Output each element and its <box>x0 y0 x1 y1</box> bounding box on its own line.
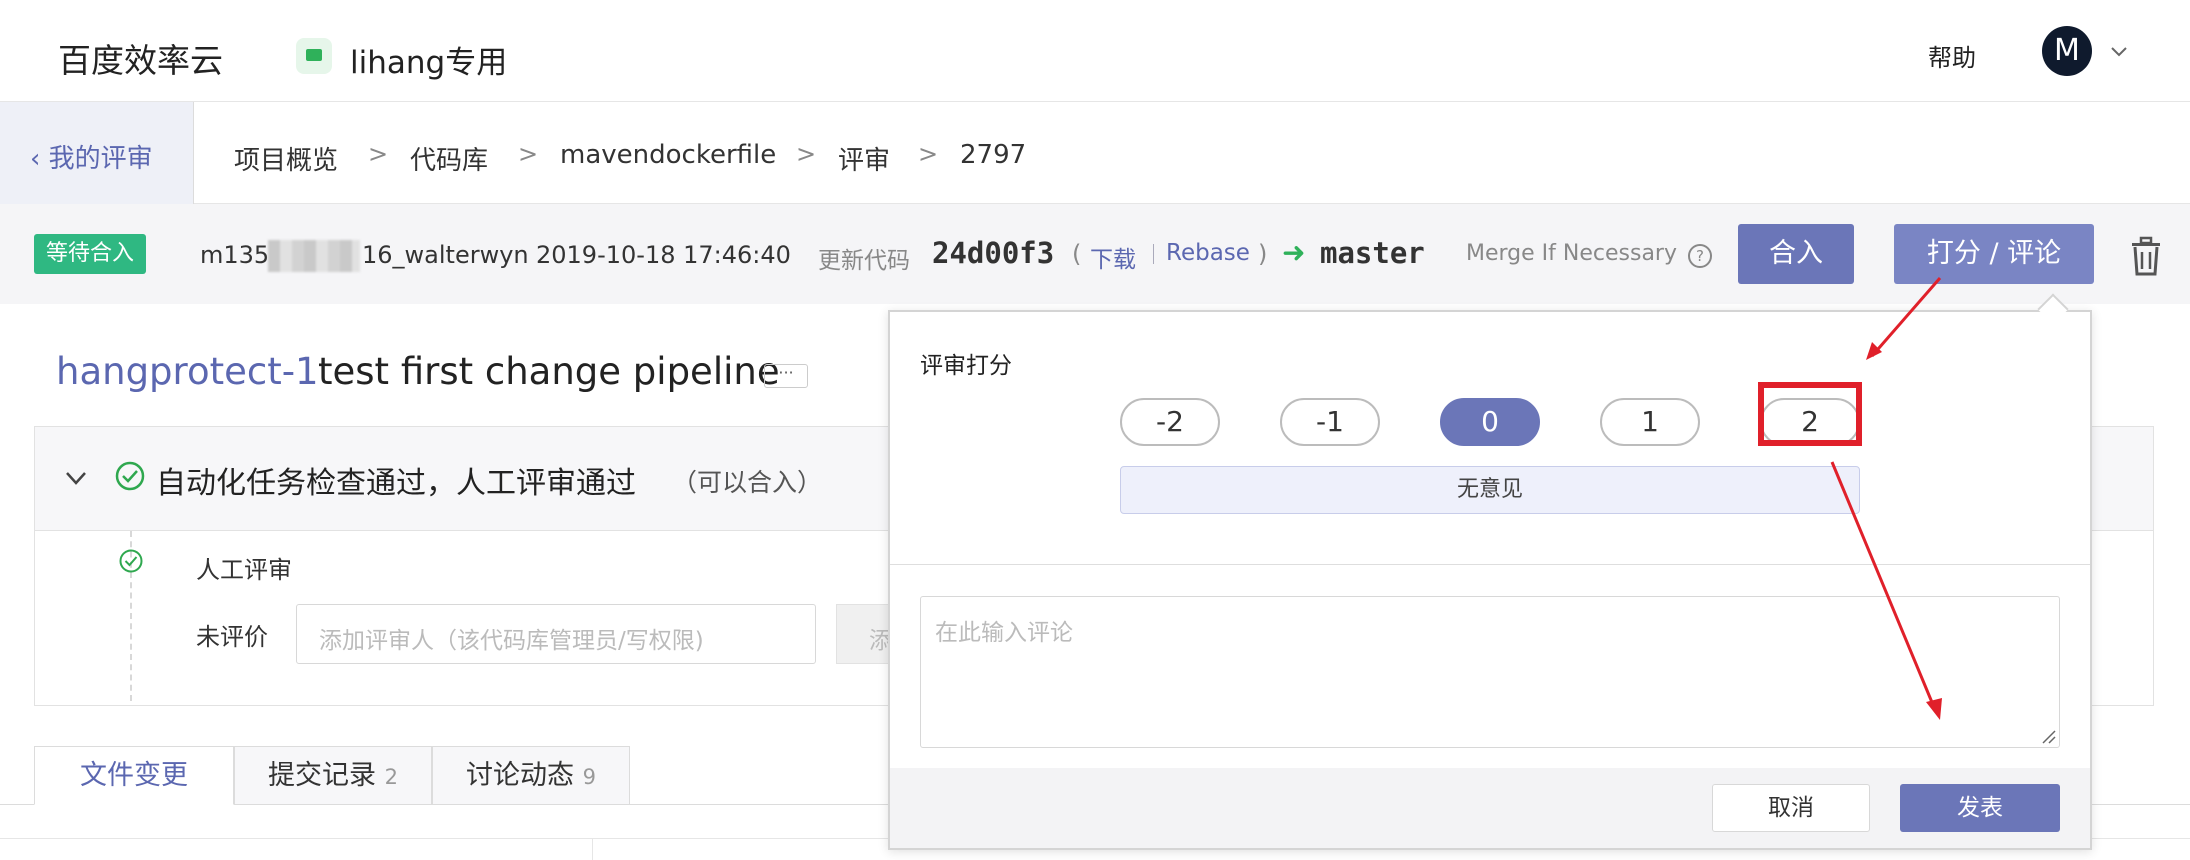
breadcrumb-separator: > <box>368 140 389 168</box>
download-link[interactable]: 下载 <box>1090 240 1136 274</box>
breadcrumb-repo-name[interactable]: mavendockerfile <box>560 140 776 170</box>
checks-summary: 自动化任务检查通过，人工评审通过 <box>156 466 636 501</box>
review-repo-prefix[interactable]: hangprotect-1 <box>56 350 319 393</box>
merge-strategy[interactable]: Merge If Necessary <box>1466 241 1677 266</box>
status-badge: 等待合入 <box>34 234 147 274</box>
tab-label: 文件变更 <box>80 760 188 791</box>
paren-open: ( <box>1072 240 1082 268</box>
breadcrumb-project-overview[interactable]: 项目概览 <box>234 140 338 177</box>
unrated-label: 未评价 <box>196 623 268 651</box>
chevron-down-icon[interactable] <box>2108 40 2130 62</box>
breadcrumb-reviews[interactable]: 评审 <box>838 140 890 177</box>
score-option-1[interactable]: 1 <box>1600 398 1700 446</box>
author-name: 16_walterwyn <box>362 241 529 269</box>
page-title: test first change pipeline <box>318 350 780 393</box>
add-reviewer-button[interactable]: 添 <box>836 604 896 664</box>
score-label: 评审打分 <box>920 353 1012 379</box>
update-label: 更新代码 <box>818 248 910 274</box>
manual-review-label: 人工评审 <box>196 556 292 584</box>
help-link[interactable]: 帮助 <box>1928 38 1976 73</box>
check-circle-icon <box>115 461 145 491</box>
avatar[interactable]: M <box>2042 26 2092 76</box>
content-divider <box>592 838 593 860</box>
comment-textarea[interactable]: 在此输入评论 <box>920 596 2060 748</box>
cancel-button[interactable]: 取消 <box>1712 784 1870 832</box>
author-prefix: m135 <box>200 241 270 269</box>
check-circle-icon <box>119 549 143 573</box>
rebase-link[interactable]: Rebase <box>1166 240 1250 266</box>
breadcrumb-separator: > <box>518 140 539 168</box>
breadcrumb-separator: > <box>918 140 939 168</box>
tab-count: 9 <box>582 765 596 789</box>
arrow-right-icon: ➜ <box>1282 236 1306 269</box>
reviewer-input[interactable]: 添加评审人（该代码库管理员/写权限) <box>296 604 816 664</box>
commit-hash[interactable]: 24d00f3 <box>932 236 1054 270</box>
resize-handle-icon[interactable] <box>2040 728 2056 744</box>
merge-button[interactable]: 合入 <box>1738 224 1854 284</box>
tab-label: 提交记录 <box>268 760 377 791</box>
tab-file-changes[interactable]: 文件变更 <box>34 746 234 805</box>
tab-label: 讨论动态 <box>466 760 575 791</box>
chevron-down-icon[interactable] <box>62 464 90 492</box>
score-comment-button[interactable]: 打分 / 评论 <box>1894 224 2094 284</box>
question-icon[interactable]: ? <box>1688 244 1712 268</box>
more-button[interactable]: ··· <box>764 364 808 388</box>
breadcrumb-review-id: 2797 <box>960 140 1027 170</box>
project-name[interactable]: lihang专用 <box>350 37 507 82</box>
score-option-minus-2[interactable]: -2 <box>1120 398 1220 446</box>
update-datetime: 2019-10-18 17:46:40 <box>536 241 791 269</box>
chevron-left-icon: ‹ <box>30 144 49 174</box>
divider <box>1153 244 1154 264</box>
paren-close: ) <box>1258 240 1268 268</box>
breadcrumb-separator: > <box>796 140 817 168</box>
checks-summary-sub: （可以合入） <box>672 468 823 497</box>
highlight-box <box>1758 382 1862 446</box>
brand-logo[interactable]: 百度效率云 <box>58 34 223 82</box>
tab-count: 2 <box>384 765 398 789</box>
score-option-minus-1[interactable]: -1 <box>1280 398 1380 446</box>
tab-commits[interactable]: 提交记录 2 <box>234 746 432 805</box>
breadcrumb-repos[interactable]: 代码库 <box>410 140 488 177</box>
back-link[interactable]: ‹ 我的评审 <box>30 138 153 175</box>
target-branch: master <box>1320 236 1425 270</box>
score-description: 无意见 <box>1120 466 1860 514</box>
score-option-0[interactable]: 0 <box>1440 398 1540 446</box>
project-monitor-icon <box>296 38 332 74</box>
tab-discussion[interactable]: 讨论动态 9 <box>432 746 630 805</box>
popup-divider <box>890 564 2090 565</box>
back-link-label: 我的评审 <box>48 144 153 174</box>
trash-icon[interactable] <box>2126 234 2166 276</box>
redacted-text <box>268 240 360 272</box>
submit-button[interactable]: 发表 <box>1900 784 2060 832</box>
